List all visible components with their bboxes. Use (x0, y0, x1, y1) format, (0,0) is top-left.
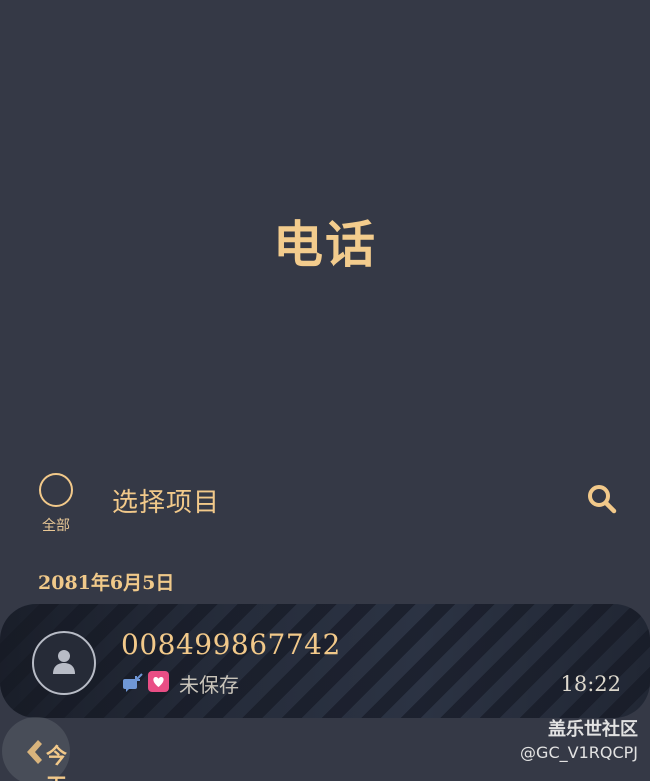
select-all-circle[interactable] (39, 473, 73, 507)
watermark-title: 盖乐世社区 (548, 719, 638, 740)
select-all-checkbox[interactable]: 全部 (36, 473, 76, 535)
heart-icon (153, 676, 164, 687)
missed-call-icon (123, 673, 143, 692)
select-all-label: 全部 (42, 518, 70, 534)
page-title: 电话 (273, 215, 377, 274)
call-log-item[interactable]: 008499867742 未保存 18:22 (0, 604, 650, 718)
select-items-label: 选择项目 (112, 488, 221, 518)
date-header: 2081年6月5日 (38, 572, 175, 594)
phone-number: 008499867742 (121, 628, 341, 661)
today-label: 今天 (46, 743, 67, 781)
avatar[interactable] (32, 631, 96, 695)
favorite-tag (148, 671, 169, 692)
contact-status-label: 未保存 (179, 673, 239, 697)
today-button[interactable]: 今天 (2, 717, 86, 781)
call-time: 18:22 (560, 672, 621, 696)
watermark-user: @GC_V1RQCPJ (520, 743, 638, 762)
search-button[interactable] (586, 483, 618, 515)
person-icon (53, 650, 75, 674)
chevron-left-icon (27, 740, 42, 764)
watermark: 盖乐世社区 @GC_V1RQCPJ (520, 718, 638, 764)
search-icon[interactable] (586, 483, 618, 515)
